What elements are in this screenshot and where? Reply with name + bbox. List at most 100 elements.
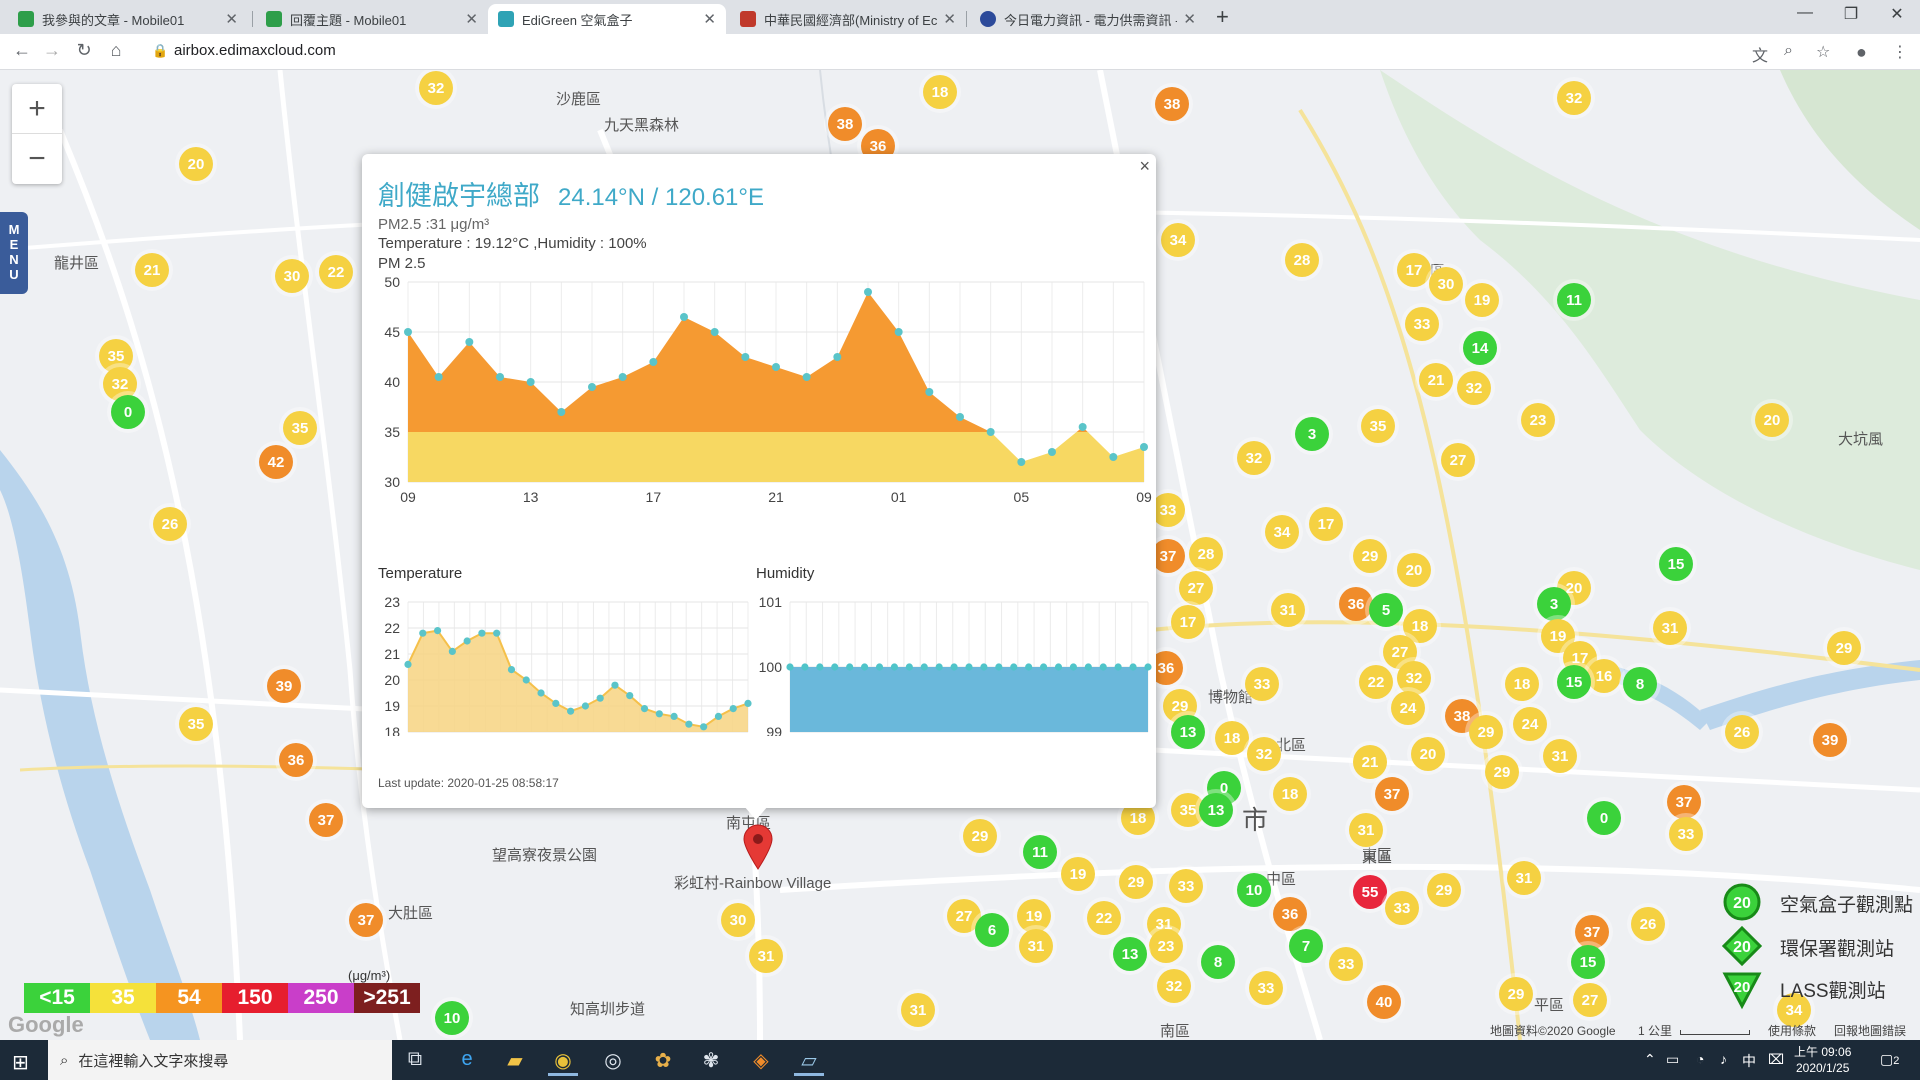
- sensor-marker[interactable]: 11: [1023, 835, 1057, 869]
- sensor-marker[interactable]: 37: [1375, 777, 1409, 811]
- sensor-marker[interactable]: 23: [1149, 929, 1183, 963]
- sensor-marker[interactable]: 32: [1457, 371, 1491, 405]
- sensor-marker[interactable]: 20: [179, 147, 213, 181]
- sensor-marker[interactable]: 35: [283, 411, 317, 445]
- sensor-marker[interactable]: 22: [1359, 665, 1393, 699]
- sensor-marker[interactable]: 31: [1507, 861, 1541, 895]
- sensor-marker[interactable]: 33: [1249, 971, 1283, 1005]
- chrome-icon[interactable]: ◉: [548, 1048, 578, 1076]
- sensor-marker[interactable]: 39: [267, 669, 301, 703]
- sensor-marker[interactable]: 55: [1353, 875, 1387, 909]
- tray-chevron-icon[interactable]: ⌃: [1644, 1051, 1656, 1068]
- sensor-marker[interactable]: 24: [1391, 691, 1425, 725]
- taskbar-search[interactable]: ⌕ 在這裡輸入文字來搜尋: [48, 1040, 392, 1080]
- sensor-marker[interactable]: 13: [1199, 793, 1233, 827]
- terms-link[interactable]: 使用條款: [1768, 1022, 1816, 1039]
- app-icon-3[interactable]: ✾: [696, 1048, 726, 1073]
- sensor-marker[interactable]: 37: [1575, 915, 1609, 949]
- sensor-marker[interactable]: 32: [1247, 737, 1281, 771]
- sensor-marker[interactable]: 35: [179, 707, 213, 741]
- taskbar-clock[interactable]: 上午 09:06 2020/1/25: [1794, 1044, 1851, 1076]
- sensor-marker[interactable]: 24: [1513, 707, 1547, 741]
- close-tab-icon[interactable]: ✕: [703, 10, 716, 28]
- sensor-marker[interactable]: 37: [349, 903, 383, 937]
- sensor-marker[interactable]: 33: [1329, 947, 1363, 981]
- reload-icon[interactable]: ↻: [72, 40, 96, 61]
- sensor-marker[interactable]: 33: [1385, 891, 1419, 925]
- sensor-marker[interactable]: 27: [1179, 571, 1213, 605]
- task-view-icon[interactable]: ⧉: [400, 1048, 430, 1071]
- sensor-marker[interactable]: 0: [111, 395, 145, 429]
- sensor-marker[interactable]: 32: [419, 71, 453, 105]
- tab-mobile01-articles[interactable]: 我參與的文章 - Mobile01 ✕: [8, 4, 248, 34]
- sensor-marker[interactable]: 39: [1813, 723, 1847, 757]
- sensor-marker[interactable]: 7: [1289, 929, 1323, 963]
- sensor-marker[interactable]: 19: [1465, 283, 1499, 317]
- sensor-marker[interactable]: 14: [1463, 331, 1497, 365]
- sensor-marker[interactable]: 37: [1151, 539, 1185, 573]
- sensor-marker[interactable]: 17: [1171, 605, 1205, 639]
- sensor-marker[interactable]: 10: [435, 1001, 469, 1035]
- sensor-marker[interactable]: 0: [1587, 801, 1621, 835]
- sensor-marker[interactable]: 36: [279, 743, 313, 777]
- sensor-marker[interactable]: 32: [1557, 81, 1591, 115]
- report-error-link[interactable]: 回報地圖錯誤: [1834, 1022, 1906, 1039]
- sensor-marker[interactable]: 37: [309, 803, 343, 837]
- tab-edigreen-airbox[interactable]: EdiGreen 空氣盒子 ✕: [488, 4, 726, 34]
- minimize-button[interactable]: —: [1782, 4, 1828, 22]
- sensor-marker[interactable]: 19: [1061, 857, 1095, 891]
- sensor-marker[interactable]: 38: [828, 107, 862, 141]
- new-tab-button[interactable]: +: [1216, 4, 1229, 30]
- close-tab-icon[interactable]: ✕: [943, 10, 956, 28]
- sensor-marker[interactable]: 30: [1429, 267, 1463, 301]
- app-icon-1[interactable]: ◎: [598, 1048, 628, 1073]
- sensor-marker[interactable]: 18: [1215, 721, 1249, 755]
- sensor-marker[interactable]: 18: [1505, 667, 1539, 701]
- app-icon-4[interactable]: ◈: [746, 1048, 776, 1073]
- sensor-marker[interactable]: 33: [1151, 493, 1185, 527]
- sensor-marker[interactable]: 27: [1573, 983, 1607, 1017]
- sensor-marker[interactable]: 32: [1157, 969, 1191, 1003]
- sensor-marker[interactable]: 18: [923, 75, 957, 109]
- map-scale-label[interactable]: 1 公里: [1638, 1022, 1672, 1039]
- sensor-marker[interactable]: 32: [1397, 661, 1431, 695]
- sensor-marker[interactable]: 29: [1499, 977, 1533, 1011]
- sensor-marker[interactable]: 37: [1667, 785, 1701, 819]
- close-window-button[interactable]: ✕: [1874, 4, 1920, 24]
- sensor-marker[interactable]: 15: [1659, 547, 1693, 581]
- translate-icon[interactable]: 文: [1752, 42, 1768, 66]
- zoom-out-button[interactable]: −: [12, 134, 62, 184]
- sensor-marker[interactable]: 29: [1485, 755, 1519, 789]
- sensor-marker[interactable]: 6: [975, 913, 1009, 947]
- sensor-marker[interactable]: 38: [1155, 87, 1189, 121]
- sensor-marker[interactable]: 29: [1353, 539, 1387, 573]
- sensor-marker[interactable]: 33: [1669, 817, 1703, 851]
- sensor-marker[interactable]: 31: [1349, 813, 1383, 847]
- popup-close-button[interactable]: ×: [1139, 156, 1150, 177]
- sensor-marker[interactable]: 29: [1119, 865, 1153, 899]
- sensor-marker[interactable]: 34: [1161, 223, 1195, 257]
- sensor-marker[interactable]: 26: [1725, 715, 1759, 749]
- bookmark-star-icon[interactable]: ☆: [1816, 42, 1830, 62]
- sensor-marker[interactable]: 31: [749, 939, 783, 973]
- sensor-marker[interactable]: 30: [721, 903, 755, 937]
- tab-mobile01-reply[interactable]: 回覆主題 - Mobile01 ✕: [256, 4, 488, 34]
- sensor-marker[interactable]: 29: [1469, 715, 1503, 749]
- sensor-marker[interactable]: 8: [1201, 945, 1235, 979]
- sensor-marker[interactable]: 31: [1543, 739, 1577, 773]
- sensor-marker[interactable]: 28: [1285, 243, 1319, 277]
- sensor-marker[interactable]: 34: [1265, 515, 1299, 549]
- sensor-marker[interactable]: 31: [1271, 593, 1305, 627]
- sensor-marker[interactable]: 19: [1017, 899, 1051, 933]
- tray-battery-icon[interactable]: ▭: [1666, 1051, 1679, 1068]
- sensor-marker[interactable]: 31: [1019, 929, 1053, 963]
- sensor-marker[interactable]: 31: [901, 993, 935, 1027]
- sensor-marker[interactable]: 22: [319, 255, 353, 289]
- sensor-marker[interactable]: 29: [1827, 631, 1861, 665]
- lock-icon[interactable]: 🔒: [152, 43, 168, 59]
- sensor-marker[interactable]: 28: [1189, 537, 1223, 571]
- sensor-marker[interactable]: 21: [1353, 745, 1387, 779]
- sensor-marker[interactable]: 17: [1309, 507, 1343, 541]
- restore-button[interactable]: ❐: [1828, 4, 1874, 24]
- sensor-marker[interactable]: 15: [1571, 945, 1605, 979]
